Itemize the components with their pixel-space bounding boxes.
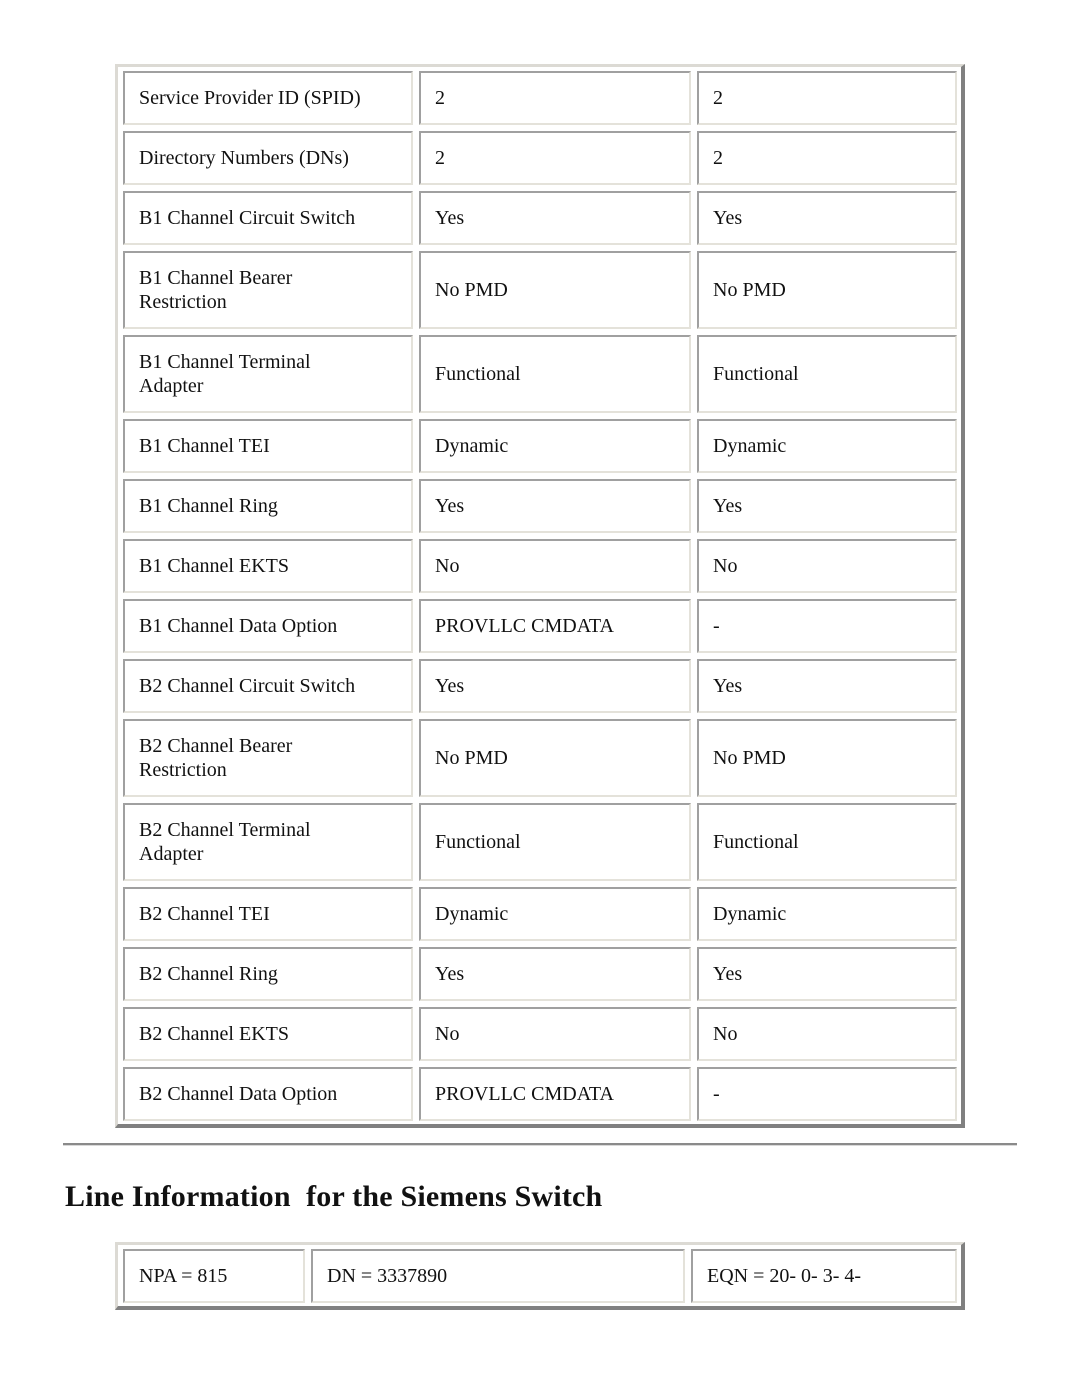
line-info-table-frame: NPA = 815 DN = 3337890 EQN = 20- 0- 3- 4… [115,1242,965,1310]
value-col2: - [697,1067,957,1121]
row-label: Service Provider ID (SPID) [123,71,413,125]
value-col1: 2 [419,131,691,185]
table-row: B2 Channel Terminal Adapter Functional Func… [123,803,957,881]
value-col2: No [697,1007,957,1061]
value-col2: - [697,599,957,653]
row-label: B1 Channel Ring [123,479,413,533]
row-label: B2 Channel Terminal Adapter [123,803,413,881]
table-row: B1 Channel TEI Dynamic Dynamic [123,419,957,473]
value-col1: PROVLLC CMDATA [419,1067,691,1121]
config-table-frame: Service Provider ID (SPID) 2 2 Directory Nu… [115,64,965,1128]
table-row: B2 Channel TEI Dynamic Dynamic [123,887,957,941]
value-col2: Yes [697,659,957,713]
section-heading: Line Information for the Siemens Switch [65,1180,603,1213]
row-label: B2 Channel Bearer Restriction [123,719,413,797]
value-col1: No PMD [419,719,691,797]
row-label: Directory Numbers (DNs) [123,131,413,185]
value-col1: No [419,539,691,593]
row-label: B1 Channel Circuit Switch [123,191,413,245]
table-row: NPA = 815 DN = 3337890 EQN = 20- 0- 3- 4… [123,1249,957,1303]
value-col2: 2 [697,71,957,125]
horizontal-rule [63,1143,1017,1146]
value-col1: Dynamic [419,419,691,473]
value-col2: Yes [697,947,957,1001]
value-col1: Dynamic [419,887,691,941]
table-row: B2 Channel Bearer Restriction No PMD No PMD [123,719,957,797]
table-row: B2 Channel EKTS No No [123,1007,957,1061]
value-col2: Yes [697,479,957,533]
row-label: B1 Channel Terminal Adapter [123,335,413,413]
row-label: B2 Channel EKTS [123,1007,413,1061]
value-col2: No PMD [697,719,957,797]
value-col1: Yes [419,191,691,245]
value-col1: No [419,1007,691,1061]
table-row: B1 Channel Ring Yes Yes [123,479,957,533]
value-col1: Yes [419,659,691,713]
row-label: B1 Channel Bearer Restriction [123,251,413,329]
row-label: B2 Channel TEI [123,887,413,941]
value-col2: Dynamic [697,887,957,941]
table-row: B1 Channel Circuit Switch Yes Yes [123,191,957,245]
value-col2: Dynamic [697,419,957,473]
row-label: B2 Channel Data Option [123,1067,413,1121]
value-col1: Yes [419,947,691,1001]
table-row: Directory Numbers (DNs) 2 2 [123,131,957,185]
table-row: Service Provider ID (SPID) 2 2 [123,71,957,125]
dn-cell: DN = 3337890 [311,1249,685,1303]
row-label: B1 Channel EKTS [123,539,413,593]
value-col2: Functional [697,335,957,413]
value-col1: Yes [419,479,691,533]
row-label: B1 Channel TEI [123,419,413,473]
config-table: Service Provider ID (SPID) 2 2 Directory Nu… [117,65,963,1127]
value-col1: No PMD [419,251,691,329]
table-row: B1 Channel Data Option PROVLLC CMDATA - [123,599,957,653]
table-row: B1 Channel Bearer Restriction No PMD No PMD [123,251,957,329]
value-col1: Functional [419,803,691,881]
row-label: B1 Channel Data Option [123,599,413,653]
row-label: B2 Channel Ring [123,947,413,1001]
value-col2: No PMD [697,251,957,329]
value-col1: PROVLLC CMDATA [419,599,691,653]
value-col2: 2 [697,131,957,185]
value-col1: Functional [419,335,691,413]
eqn-cell: EQN = 20- 0- 3- 4- [691,1249,957,1303]
value-col2: Yes [697,191,957,245]
table-row: B1 Channel EKTS No No [123,539,957,593]
value-col1: 2 [419,71,691,125]
value-col2: No [697,539,957,593]
table-row: B2 Channel Ring Yes Yes [123,947,957,1001]
npa-cell: NPA = 815 [123,1249,305,1303]
table-row: B2 Channel Circuit Switch Yes Yes [123,659,957,713]
line-info-table: NPA = 815 DN = 3337890 EQN = 20- 0- 3- 4… [117,1243,963,1309]
table-row: B1 Channel Terminal Adapter Functional Func… [123,335,957,413]
row-label: B2 Channel Circuit Switch [123,659,413,713]
value-col2: Functional [697,803,957,881]
table-row: B2 Channel Data Option PROVLLC CMDATA - [123,1067,957,1121]
